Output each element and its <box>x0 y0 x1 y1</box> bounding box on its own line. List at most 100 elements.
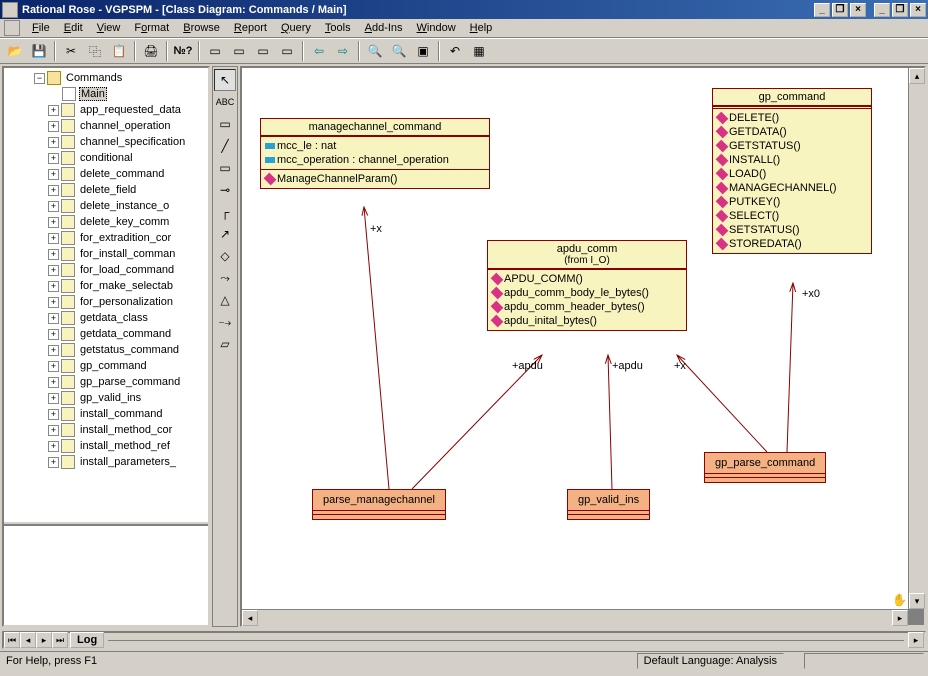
print-icon[interactable]: 🖨 <box>140 40 162 62</box>
expand-icon[interactable]: + <box>48 121 59 132</box>
log-first-icon[interactable]: ⏮ <box>4 632 20 648</box>
copy-icon[interactable]: ⿻ <box>84 40 106 62</box>
tree-item[interactable]: +for_make_selectab <box>6 278 206 294</box>
tree-view[interactable]: − Commands Main+app_requested_data+chann… <box>4 68 208 521</box>
menu-view[interactable]: View <box>91 20 127 36</box>
expand-icon[interactable]: + <box>48 457 59 468</box>
scroll-down-icon[interactable]: ▾ <box>909 593 925 609</box>
scroll-left-icon[interactable]: ◂ <box>242 610 258 626</box>
tree-item[interactable]: +delete_field <box>6 182 206 198</box>
menu-report[interactable]: Report <box>228 20 273 36</box>
table-gp-parse-command[interactable]: gp_parse_command <box>704 452 826 483</box>
menu-window[interactable]: Window <box>411 20 462 36</box>
zoom-out-icon[interactable]: 🔍 <box>388 40 410 62</box>
save-icon[interactable]: 💾 <box>28 40 50 62</box>
tree-item[interactable]: +gp_command <box>6 358 206 374</box>
table-gp-valid-ins[interactable]: gp_valid_ins <box>567 489 650 520</box>
tree-item[interactable]: +channel_specification <box>6 134 206 150</box>
gen-icon[interactable]: △ <box>214 289 236 311</box>
package-icon[interactable]: ▱ <box>214 333 236 355</box>
expand-icon[interactable]: + <box>48 409 59 420</box>
fit-icon[interactable]: ▣ <box>412 40 434 62</box>
diagram-canvas[interactable]: managechannel_command mcc_le : nat mcc_o… <box>242 68 908 609</box>
log-prev-icon[interactable]: ◂ <box>20 632 36 648</box>
class-managechannel-command[interactable]: managechannel_command mcc_le : nat mcc_o… <box>260 118 490 189</box>
tree-item[interactable]: +gp_valid_ins <box>6 390 206 406</box>
tree-item[interactable]: +for_extradition_cor <box>6 230 206 246</box>
class-apdu-comm[interactable]: apdu_comm (from I_O) APDU_COMM() apdu_co… <box>487 240 687 331</box>
open-icon[interactable]: 📂 <box>4 40 26 62</box>
menu-addins[interactable]: Add-Ins <box>359 20 409 36</box>
tree-item[interactable]: +channel_operation <box>6 118 206 134</box>
restore-button[interactable]: ❐ <box>892 3 908 17</box>
menu-tools[interactable]: Tools <box>319 20 357 36</box>
expand-icon[interactable]: + <box>48 313 59 324</box>
tree-item[interactable]: +getstatus_command <box>6 342 206 358</box>
real-icon[interactable]: ⤍ <box>214 311 236 333</box>
paste-icon[interactable]: 📋 <box>108 40 130 62</box>
back-icon[interactable]: ⇦ <box>308 40 330 62</box>
menu-format[interactable]: Format <box>128 20 175 36</box>
browse-class-icon[interactable]: ▭ <box>204 40 226 62</box>
browse-use-icon[interactable]: ▭ <box>228 40 250 62</box>
log-last-icon[interactable]: ⏭ <box>52 632 68 648</box>
expand-icon[interactable]: + <box>48 425 59 436</box>
spec-icon[interactable]: ▦ <box>468 40 490 62</box>
expand-icon[interactable]: + <box>48 137 59 148</box>
tree-item[interactable]: +for_personalization <box>6 294 206 310</box>
browse-depl-icon[interactable]: ▭ <box>276 40 298 62</box>
tree-item[interactable]: +for_install_comman <box>6 246 206 262</box>
menu-help[interactable]: Help <box>464 20 499 36</box>
tree-item[interactable]: +delete_key_comm <box>6 214 206 230</box>
undo-icon[interactable]: ↶ <box>444 40 466 62</box>
collapse-icon[interactable]: − <box>34 73 45 84</box>
documentation-panel[interactable] <box>4 525 208 625</box>
expand-icon[interactable]: + <box>48 329 59 340</box>
expand-icon[interactable]: + <box>48 233 59 244</box>
expand-icon[interactable]: + <box>48 393 59 404</box>
log-tab[interactable]: Log <box>70 632 104 648</box>
tree-item[interactable]: +app_requested_data <box>6 102 206 118</box>
expand-icon[interactable]: + <box>48 281 59 292</box>
tree-item[interactable]: +getdata_command <box>6 326 206 342</box>
expand-icon[interactable]: + <box>48 361 59 372</box>
browse-comp-icon[interactable]: ▭ <box>252 40 274 62</box>
mdi-close-button[interactable]: × <box>850 3 866 17</box>
expand-icon[interactable]: + <box>48 217 59 228</box>
menu-query[interactable]: Query <box>275 20 317 36</box>
tree-item[interactable]: +delete_instance_o <box>6 198 206 214</box>
pan-hand-icon[interactable]: ✋ <box>892 593 906 607</box>
scroll-up-icon[interactable]: ▴ <box>909 68 925 84</box>
expand-icon[interactable]: + <box>48 185 59 196</box>
tree-item[interactable]: +conditional <box>6 150 206 166</box>
assoc-icon[interactable]: ┌ <box>214 201 236 223</box>
tree-item[interactable]: +install_method_cor <box>6 422 206 438</box>
vertical-scrollbar[interactable]: ▴ ▾ <box>908 68 924 609</box>
tree-item[interactable]: +getdata_class <box>6 310 206 326</box>
expand-icon[interactable]: + <box>48 441 59 452</box>
cut-icon[interactable]: ✂ <box>60 40 82 62</box>
class-gp-command[interactable]: gp_command DELETE() GETDATA() GETSTATUS(… <box>712 88 872 254</box>
tree-item[interactable]: +gp_parse_command <box>6 374 206 390</box>
tree-item[interactable]: Main <box>6 86 206 102</box>
expand-icon[interactable]: + <box>48 265 59 276</box>
class-tool-icon[interactable]: ▭ <box>214 157 236 179</box>
expand-icon[interactable]: + <box>48 105 59 116</box>
menu-edit[interactable]: Edit <box>58 20 89 36</box>
expand-icon[interactable]: + <box>48 297 59 308</box>
pointer-icon[interactable]: ↖ <box>214 69 236 91</box>
scroll-right-icon[interactable]: ▸ <box>892 610 908 626</box>
zoom-in-icon[interactable]: 🔍 <box>364 40 386 62</box>
log-next-icon[interactable]: ▸ <box>36 632 52 648</box>
close-button[interactable]: × <box>910 3 926 17</box>
dep-icon[interactable]: ⤳ <box>214 267 236 289</box>
log-scroll-right-icon[interactable]: ▸ <box>908 632 924 648</box>
tree-item[interactable]: +for_load_command <box>6 262 206 278</box>
expand-icon[interactable]: + <box>48 249 59 260</box>
anchor-icon[interactable]: ╱ <box>214 135 236 157</box>
aggr-icon[interactable]: ◇ <box>214 245 236 267</box>
forward-icon[interactable]: ⇨ <box>332 40 354 62</box>
interface-icon[interactable]: ⊸ <box>214 179 236 201</box>
tree-item[interactable]: +install_parameters_ <box>6 454 206 470</box>
tree-item[interactable]: +install_method_ref <box>6 438 206 454</box>
